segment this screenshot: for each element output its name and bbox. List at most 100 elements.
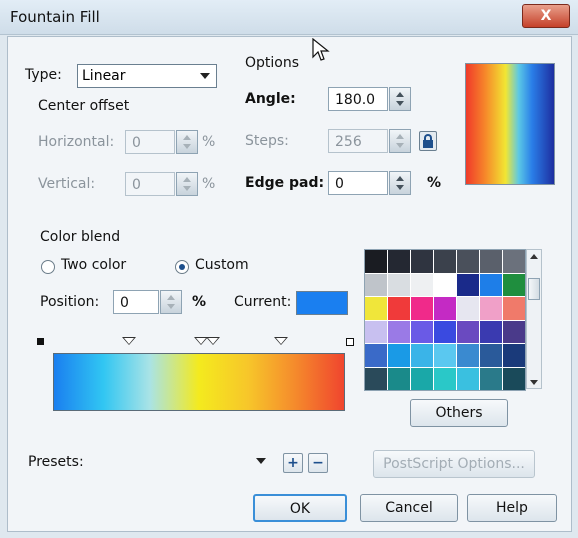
custom-label: Custom <box>195 257 249 273</box>
lock-body <box>423 140 433 148</box>
palette-swatch[interactable] <box>365 250 387 273</box>
gradient-bar[interactable] <box>53 353 345 411</box>
palette-swatch[interactable] <box>480 297 502 320</box>
vertical-unit: % <box>202 176 216 192</box>
color-stop-marker[interactable] <box>274 337 288 345</box>
scroll-thumb[interactable] <box>528 278 540 300</box>
palette-swatch[interactable] <box>365 273 387 296</box>
others-button[interactable]: Others <box>410 399 508 427</box>
horizontal-input[interactable]: 0 <box>125 130 175 154</box>
palette-swatch[interactable] <box>388 320 410 343</box>
postscript-options-button[interactable]: PostScript Options... <box>373 450 535 478</box>
remove-preset-button[interactable]: − <box>308 453 328 473</box>
scroll-down-icon[interactable] <box>530 380 538 385</box>
palette-swatch[interactable] <box>388 273 410 296</box>
mouse-cursor-icon <box>312 38 330 61</box>
palette-swatch[interactable] <box>411 344 433 367</box>
palette-swatch[interactable] <box>503 297 525 320</box>
color-stop-marker[interactable] <box>206 337 220 345</box>
horizontal-spinner[interactable] <box>176 130 198 154</box>
palette-swatch[interactable] <box>503 367 525 390</box>
spin-down-icon <box>167 304 175 309</box>
palette-swatch[interactable] <box>457 367 479 390</box>
palette-swatch[interactable] <box>457 344 479 367</box>
color-stop-marker[interactable] <box>122 337 136 345</box>
palette-swatch[interactable] <box>365 344 387 367</box>
palette-swatch[interactable] <box>434 344 456 367</box>
current-color-swatch[interactable] <box>296 291 348 315</box>
palette-swatch[interactable] <box>457 250 479 273</box>
palette-swatch[interactable] <box>411 273 433 296</box>
palette-swatch[interactable] <box>388 344 410 367</box>
palette-scrollbar[interactable] <box>526 249 542 389</box>
edge-pad-input[interactable]: 0 <box>328 171 388 195</box>
spin-down-icon <box>396 143 404 148</box>
palette-swatch[interactable] <box>434 273 456 296</box>
vertical-label: Vertical: <box>38 176 96 192</box>
vertical-spinner[interactable] <box>176 172 198 196</box>
palette-swatch[interactable] <box>411 297 433 320</box>
palette-swatch[interactable] <box>457 320 479 343</box>
minus-icon: − <box>312 455 324 471</box>
angle-label: Angle: <box>245 91 296 107</box>
scroll-up-icon[interactable] <box>530 254 538 259</box>
custom-radio[interactable] <box>175 260 189 274</box>
type-label: Type: <box>25 67 62 83</box>
dialog-title: Fountain Fill <box>10 8 100 26</box>
vertical-input[interactable]: 0 <box>125 172 175 196</box>
title-bar: Fountain Fill X <box>0 0 578 35</box>
angle-spinner[interactable] <box>389 87 411 111</box>
palette-swatch[interactable] <box>503 344 525 367</box>
close-icon: X <box>540 8 552 24</box>
spin-up-icon <box>167 295 175 300</box>
palette-swatch[interactable] <box>457 297 479 320</box>
palette-swatch[interactable] <box>411 250 433 273</box>
color-palette <box>364 249 526 391</box>
palette-swatch[interactable] <box>365 367 387 390</box>
palette-swatch[interactable] <box>365 297 387 320</box>
palette-swatch[interactable] <box>480 367 502 390</box>
palette-swatch[interactable] <box>480 320 502 343</box>
two-color-radio[interactable] <box>41 260 55 274</box>
add-preset-button[interactable]: + <box>283 453 303 473</box>
position-spinner[interactable] <box>160 290 182 314</box>
angle-input[interactable]: 180.0 <box>328 87 388 111</box>
type-dropdown[interactable]: Linear <box>77 64 217 88</box>
palette-swatch[interactable] <box>503 273 525 296</box>
palette-swatch[interactable] <box>411 320 433 343</box>
palette-swatch[interactable] <box>457 273 479 296</box>
palette-swatch[interactable] <box>480 250 502 273</box>
spin-down-icon <box>183 144 191 149</box>
position-label: Position: <box>40 294 100 310</box>
start-color-node[interactable] <box>37 338 44 345</box>
edge-pad-spinner[interactable] <box>389 171 411 195</box>
palette-swatch[interactable] <box>388 367 410 390</box>
presets-dropdown[interactable] <box>92 450 272 474</box>
palette-swatch[interactable] <box>503 250 525 273</box>
palette-swatch[interactable] <box>388 250 410 273</box>
close-button[interactable]: X <box>522 4 570 28</box>
steps-input[interactable]: 256 <box>328 129 388 153</box>
cancel-button[interactable]: Cancel <box>360 494 458 522</box>
palette-swatch[interactable] <box>434 320 456 343</box>
spin-up-icon <box>396 92 404 97</box>
palette-swatch[interactable] <box>434 297 456 320</box>
edge-pad-label: Edge pad: <box>245 175 325 191</box>
palette-swatch[interactable] <box>365 320 387 343</box>
ok-button[interactable]: OK <box>253 494 347 522</box>
palette-swatch[interactable] <box>503 320 525 343</box>
steps-spinner[interactable] <box>389 129 411 153</box>
end-color-node[interactable] <box>346 338 354 346</box>
current-label: Current: <box>234 294 292 310</box>
color-blend-heading: Color blend <box>40 229 121 245</box>
palette-swatch[interactable] <box>411 367 433 390</box>
palette-swatch[interactable] <box>480 344 502 367</box>
two-color-label: Two color <box>61 257 127 273</box>
palette-swatch[interactable] <box>480 273 502 296</box>
position-input[interactable]: 0 <box>113 290 159 314</box>
help-button[interactable]: Help <box>467 494 557 522</box>
steps-lock-button[interactable] <box>419 131 437 151</box>
palette-swatch[interactable] <box>388 297 410 320</box>
palette-swatch[interactable] <box>434 250 456 273</box>
palette-swatch[interactable] <box>434 367 456 390</box>
